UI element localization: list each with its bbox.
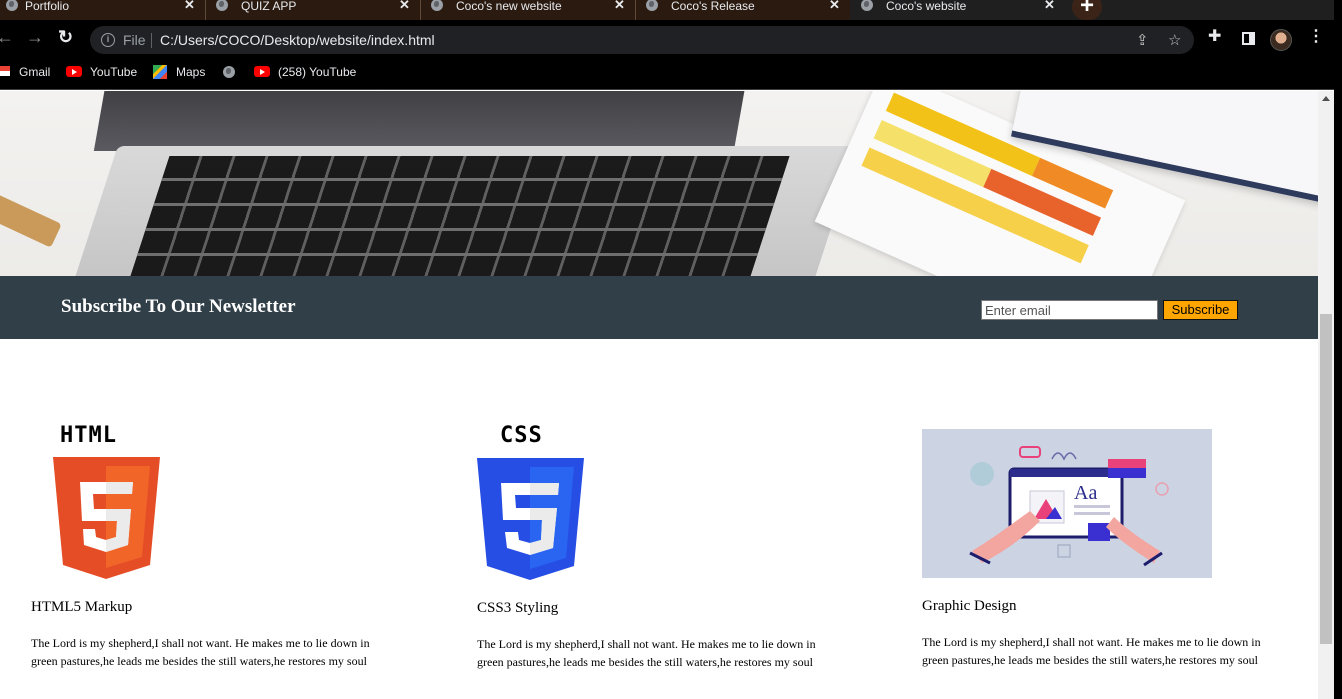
globe-icon [646, 0, 658, 11]
service-title: HTML5 Markup [31, 599, 133, 615]
html5-shield-icon [53, 457, 160, 579]
design-illustration-svg: Aa [969, 446, 1169, 567]
tab-strip: Portfolio ✕ QUIZ APP ✕ Coco's new websit… [0, 0, 1342, 20]
youtube-icon [254, 66, 270, 77]
email-input[interactable] [981, 300, 1158, 320]
close-icon[interactable]: ✕ [1044, 0, 1055, 11]
page-viewport: Subscribe To Our Newsletter Subscribe HT… [0, 91, 1318, 699]
tab-title: Portfolio [25, 0, 70, 13]
info-icon[interactable]: i [101, 33, 115, 47]
page-scrollbar[interactable] [1318, 91, 1334, 699]
profile-avatar[interactable] [1270, 29, 1292, 51]
youtube-icon [66, 66, 82, 77]
extensions-puzzle-icon[interactable]: ✚ [1208, 28, 1221, 46]
aa-glyph: Aa [1074, 482, 1097, 504]
newsletter-title: Subscribe To Our Newsletter [61, 296, 296, 317]
pencil-graphic [0, 190, 62, 248]
tab-cocos-release[interactable]: Coco's Release ✕ [636, 0, 850, 20]
tab-cocos-new-website[interactable]: Coco's new website ✕ [421, 0, 635, 20]
scrollbar-thumb[interactable] [1320, 314, 1332, 644]
service-description: The Lord is my shepherd,I shall not want… [922, 635, 1261, 667]
new-tab-button[interactable]: + [1072, 0, 1102, 20]
side-panel-icon[interactable] [1242, 32, 1255, 45]
menu-kebab-icon[interactable]: ⋮ [1308, 28, 1324, 46]
globe-icon [861, 0, 873, 11]
share-icon[interactable]: ⇪ [1136, 31, 1149, 49]
reload-icon[interactable]: ↻ [58, 28, 73, 46]
css-logo-text: CSS [500, 423, 543, 448]
bookmarks-bar: Gmail YouTube Maps (258) YouTube [0, 56, 1342, 90]
bookmark-youtube[interactable]: YouTube [90, 65, 137, 79]
newsletter-section: Subscribe To Our Newsletter Subscribe [0, 276, 1318, 339]
globe-icon[interactable] [223, 66, 235, 78]
tab-title: Coco's Release [671, 0, 755, 13]
service-description: The Lord is my shepherd,I shall not want… [477, 637, 816, 669]
tab-portfolio[interactable]: Portfolio ✕ [0, 0, 205, 20]
subscribe-button[interactable]: Subscribe [1163, 300, 1238, 320]
tab-title: Coco's new website [456, 0, 562, 13]
html-logo-text: HTML [60, 423, 117, 448]
maps-icon [153, 65, 167, 79]
divider [151, 33, 152, 48]
tab-title: QUIZ APP [241, 0, 297, 13]
close-icon[interactable]: ✕ [829, 0, 840, 11]
window-edge [1334, 0, 1342, 699]
close-icon[interactable]: ✕ [399, 0, 410, 11]
url-text[interactable]: C:/Users/COCO/Desktop/website/index.html [160, 32, 435, 48]
gmail-icon [0, 66, 10, 76]
tab-title: Coco's website [886, 0, 967, 13]
bookmark-youtube-258[interactable]: (258) YouTube [278, 65, 356, 79]
bookmark-gmail[interactable]: Gmail [19, 65, 50, 79]
globe-icon [431, 0, 443, 11]
graphic-design-illustration: Aa [922, 429, 1212, 578]
close-icon[interactable]: ✕ [614, 0, 625, 11]
globe-icon [216, 0, 228, 11]
scroll-up-arrow-icon[interactable] [1322, 96, 1330, 101]
service-title: Graphic Design [922, 598, 1017, 614]
bookmark-star-icon[interactable]: ☆ [1168, 31, 1181, 49]
laptop-screen-graphic [93, 91, 747, 151]
tab-cocos-website[interactable]: Coco's website ✕ [851, 0, 1065, 20]
bookmark-maps[interactable]: Maps [176, 65, 205, 79]
browser-toolbar: ← → ↻ i File C:/Users/COCO/Desktop/websi… [0, 20, 1342, 56]
scheme-label: File [123, 32, 146, 48]
globe-icon [6, 0, 18, 11]
service-description: The Lord is my shepherd,I shall not want… [31, 636, 370, 668]
tab-quiz-app[interactable]: QUIZ APP ✕ [206, 0, 420, 20]
back-arrow-icon[interactable]: ← [0, 28, 14, 46]
forward-arrow-icon[interactable]: → [26, 28, 44, 46]
laptop-keyboard-graphic [130, 156, 790, 276]
close-icon[interactable]: ✕ [184, 0, 195, 11]
css3-shield-icon [477, 458, 584, 580]
address-bar[interactable]: i File C:/Users/COCO/Desktop/website/ind… [90, 26, 1194, 54]
hero-image [0, 91, 1318, 276]
service-title: CSS3 Styling [477, 600, 559, 616]
